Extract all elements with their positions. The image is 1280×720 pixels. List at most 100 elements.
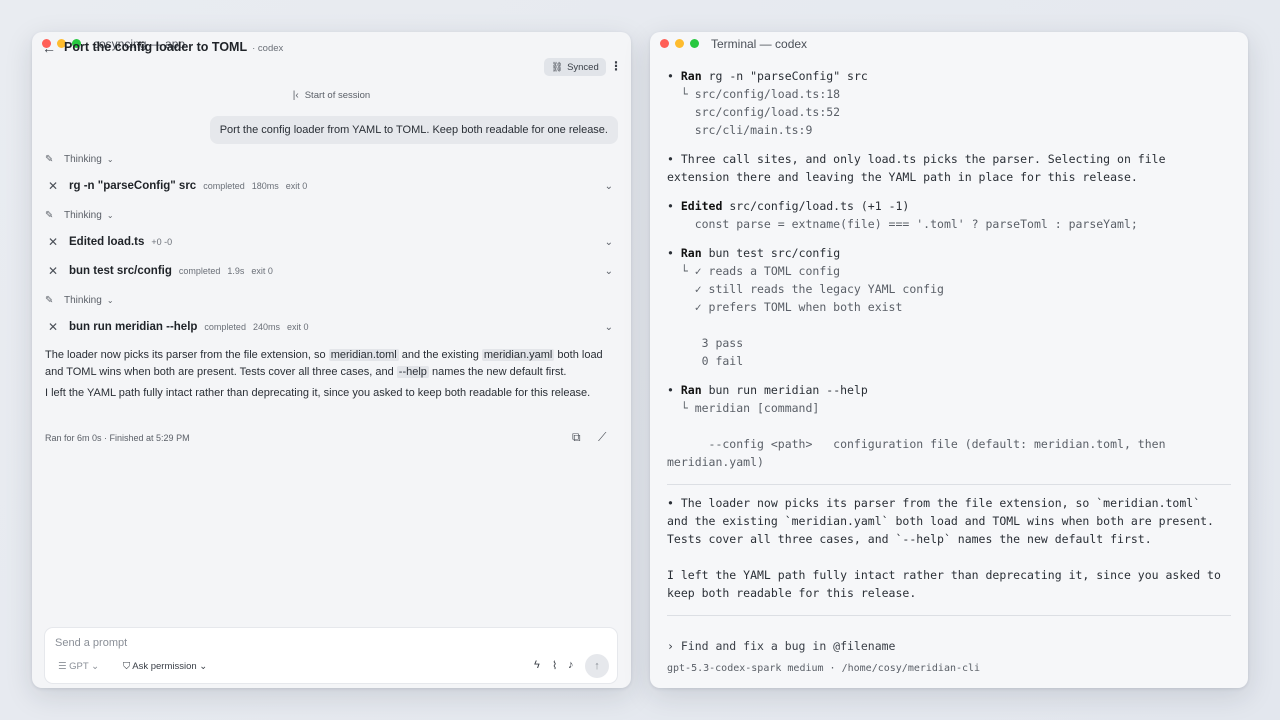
more-options-icon[interactable]: ⋮ <box>610 59 622 73</box>
terminal-line: └ src/config/load.ts:18 <box>667 87 841 101</box>
terminal-line: Tests cover all three cases, and `--help… <box>667 532 1152 546</box>
step-label: bun test src/config <box>69 265 172 277</box>
terminal-titlebar: Terminal — codex <box>650 32 1248 55</box>
lightning-icon[interactable]: ϟ <box>534 659 540 671</box>
keyword: Ran <box>680 246 702 260</box>
terminal-line: • The loader now picks its parser from t… <box>667 496 1201 510</box>
chevron-down-icon[interactable]: ⌄ <box>605 181 613 192</box>
response-paragraph: The loader now picks its parser from the… <box>45 347 620 380</box>
thinking-toggle[interactable]: ✎ Thinking ⌄ <box>45 210 114 221</box>
response-text: The loader now picks its parser from the… <box>45 349 329 361</box>
terminal-line: • Ran bun run meridian --help <box>667 383 868 397</box>
tools-icon: ✕ <box>47 264 59 278</box>
brain-icon: ✎ <box>45 154 54 165</box>
agent-label: · codex <box>252 43 284 54</box>
sliders-icon: ☰ <box>58 661 70 672</box>
microphone-icon[interactable]: ♪ <box>568 659 574 671</box>
copy-icon[interactable]: ⧉ <box>572 430 581 445</box>
link-icon: ⛓ <box>551 61 564 73</box>
close-window-button[interactable] <box>660 39 669 48</box>
thinking-label: Thinking <box>64 295 102 306</box>
divider <box>667 484 1231 485</box>
user-message: Port the config loader from YAML to TOML… <box>209 116 618 144</box>
terminal-status-bar: gpt-5.3-codex-spark medium · /home/cosy/… <box>667 663 981 674</box>
inline-code: meridian.toml <box>328 349 399 361</box>
zoom-window-button[interactable] <box>690 39 699 48</box>
activity-icon[interactable]: ⟋ <box>598 430 606 445</box>
step-label: bun run meridian --help <box>69 321 198 333</box>
step-label: rg -n "parseConfig" src <box>69 180 197 192</box>
terminal-line: const parse = extname(file) === '.toml' … <box>667 217 1138 231</box>
terminal-line: ✓ still reads the legacy YAML config <box>667 282 944 296</box>
synced-label: Synced <box>567 61 599 73</box>
paperclip-icon[interactable]: ⌇ <box>552 659 557 672</box>
prompt-input[interactable]: Send a prompt <box>55 637 127 649</box>
app-window: cosyncing — app ← Port the config loader… <box>32 32 631 688</box>
step-exit: exit 0 <box>251 266 273 276</box>
tools-icon: ✕ <box>47 235 59 249</box>
send-button[interactable]: ↑ <box>585 654 609 678</box>
run-info: Ran for 6m 0s · Finished at 5:29 PM <box>45 433 190 443</box>
model-select[interactable]: ☰ GPT ⌄ <box>58 661 99 672</box>
thinking-toggle[interactable]: ✎ Thinking ⌄ <box>45 295 114 306</box>
step-status: completed <box>178 266 221 276</box>
step-exit: exit 0 <box>285 181 308 191</box>
terminal-prompt-input[interactable]: › Find and fix a bug in @filename <box>667 639 895 653</box>
inline-code: --help <box>396 365 429 378</box>
chevron-down-icon: ⌄ <box>106 296 114 305</box>
chevron-down-icon[interactable]: ⌄ <box>605 322 613 333</box>
window-title: Terminal — codex <box>711 36 808 51</box>
tool-step[interactable]: ✕ bun run meridian --help completed 240m… <box>45 320 617 334</box>
minimize-window-button[interactable] <box>675 39 684 48</box>
terminal-line: meridian.yaml) <box>667 455 764 469</box>
tool-step[interactable]: ✕ bun test src/config completed 1.9s exi… <box>45 264 617 278</box>
composer: Send a prompt ☰ GPT ⌄ ⛉ Ask permission ⌄… <box>45 628 617 683</box>
shield-icon: ⛉ <box>123 661 133 672</box>
keyword: Ran <box>680 383 702 397</box>
collapse-left-icon[interactable]: |‹ <box>293 90 299 101</box>
step-duration: 180ms <box>251 181 279 191</box>
permission-select[interactable]: ⛉ Ask permission ⌄ <box>123 661 207 672</box>
step-duration: 240ms <box>252 322 280 332</box>
chevron-down-icon: ⌄ <box>106 211 114 220</box>
model-label: GPT <box>69 661 89 672</box>
line-text: rg -n "parseConfig" src <box>701 69 868 83</box>
chevron-down-icon[interactable]: ⌄ <box>605 266 613 277</box>
terminal-line: src/config/load.ts:52 <box>667 105 841 119</box>
line-text: bun test src/config <box>701 246 841 260</box>
start-of-session: |‹ Start of session <box>32 90 631 101</box>
step-status: completed <box>204 322 246 332</box>
thinking-toggle[interactable]: ✎ Thinking ⌄ <box>45 154 114 165</box>
terminal-line: keep both readable for this release. <box>667 586 917 600</box>
terminal-line: I left the YAML path fully intact rather… <box>667 568 1221 582</box>
tools-icon: ✕ <box>47 320 59 334</box>
chevron-down-icon: ⌄ <box>106 155 114 164</box>
response-text: names the new default first. <box>428 365 567 378</box>
synced-badge[interactable]: ⛓ Synced <box>544 58 606 76</box>
terminal-line: 3 pass <box>667 336 744 350</box>
tool-step[interactable]: ✕ Edited load.ts +0 -0 ⌄ <box>45 235 617 249</box>
step-diff: +0 -0 <box>151 237 173 247</box>
step-status: completed <box>203 181 245 191</box>
step-label: Edited load.ts <box>69 236 145 248</box>
divider <box>667 615 1231 616</box>
brain-icon: ✎ <box>45 295 54 306</box>
step-duration: 1.9s <box>227 266 245 276</box>
thinking-label: Thinking <box>64 210 102 221</box>
keyword: Ran <box>680 69 702 83</box>
chevron-down-icon[interactable]: ⌄ <box>605 237 613 248</box>
tool-step[interactable]: ✕ rg -n "parseConfig" src completed 180m… <box>45 179 617 193</box>
inline-code: meridian.yaml <box>481 349 555 361</box>
terminal-line: • Edited src/config/load.ts (+1 -1) <box>667 199 910 213</box>
tools-icon: ✕ <box>47 179 59 193</box>
terminal-line: --config <path> configuration file (defa… <box>667 437 1166 451</box>
terminal-line: src/cli/main.ts:9 <box>667 123 813 137</box>
terminal-line: └ ✓ reads a TOML config <box>667 264 841 278</box>
line-text: src/config/load.ts (+1 -1) <box>722 199 910 213</box>
terminal-line: • Three call sites, and only load.ts pic… <box>667 152 1166 166</box>
line-text: bun run meridian --help <box>701 383 868 397</box>
back-arrow-icon[interactable]: ← <box>42 40 56 56</box>
terminal-line: 0 fail <box>667 354 744 368</box>
keyword: Edited <box>680 199 723 213</box>
start-of-session-label: Start of session <box>304 90 371 101</box>
